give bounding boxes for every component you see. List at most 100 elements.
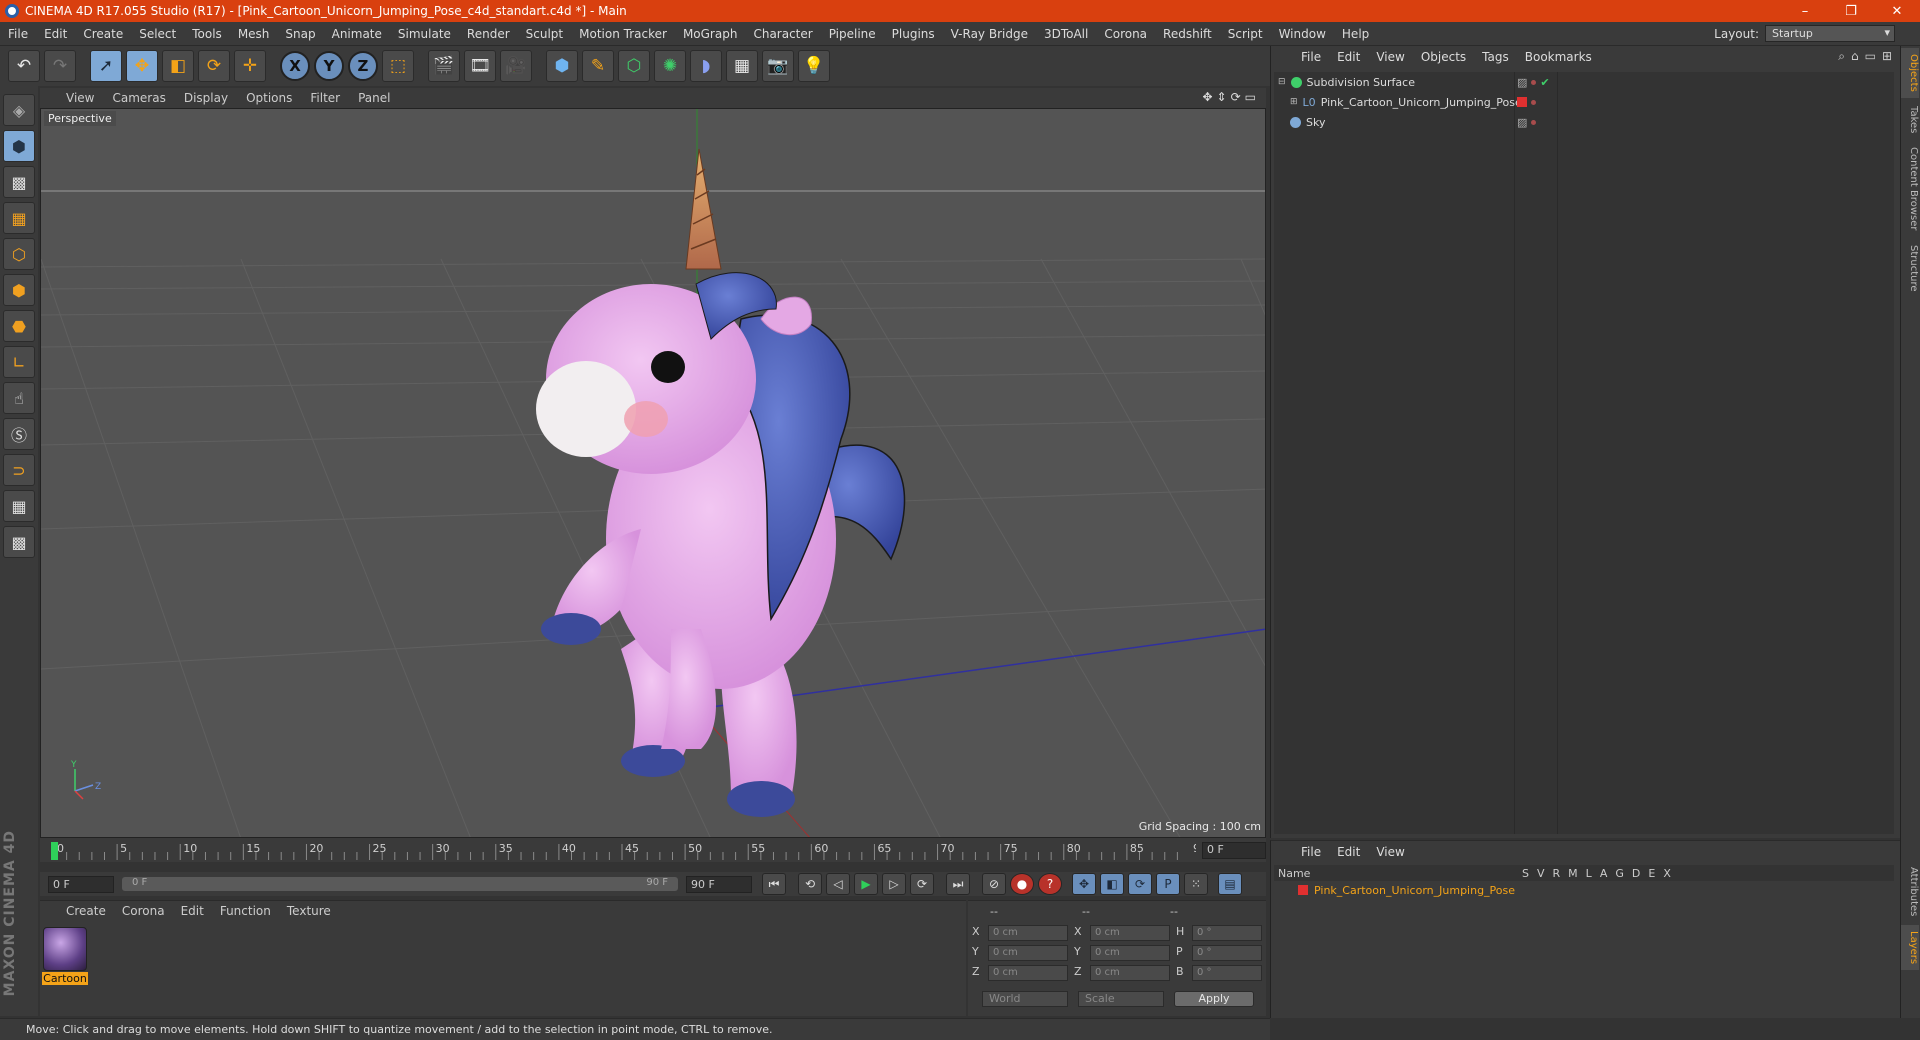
pos-y-field[interactable]: 0 cm <box>988 945 1068 961</box>
start-frame-field[interactable]: 0 F <box>48 875 114 893</box>
frame-ruler[interactable]: 0 5 10 15 20 25 30 35 40 45 50 55 60 65 70 75 80 85 90 <box>48 840 1196 862</box>
search-icon[interactable]: ⌕ <box>1838 49 1845 64</box>
pos-x-field[interactable]: 0 cm <box>988 925 1068 941</box>
menu-redshift[interactable]: Redshift <box>1155 27 1220 41</box>
record-keys-icon[interactable]: ⊘ <box>982 873 1006 895</box>
array-mograph-icon[interactable]: ✺ <box>654 50 686 82</box>
coordinate-mode-select[interactable]: Scale <box>1078 991 1164 1007</box>
objects-menu-tags[interactable]: Tags <box>1482 50 1509 64</box>
layer-row[interactable]: Pink_Cartoon_Unicorn_Jumping_Pose <box>1274 882 1894 898</box>
undo-icon[interactable]: ↶ <box>8 50 40 82</box>
menu-select[interactable]: Select <box>131 27 184 41</box>
end-frame-field[interactable]: 90 F <box>686 875 752 893</box>
points-mode-icon[interactable]: ⬡ <box>3 238 35 270</box>
layout-select[interactable]: Startup <box>1765 25 1895 42</box>
tab-layers[interactable]: Layers <box>1901 924 1919 970</box>
transform-tool-icon[interactable]: ✛ <box>234 50 266 82</box>
material-menu-edit[interactable]: Edit <box>181 904 204 918</box>
spline-pen-icon[interactable]: ✎ <box>582 50 614 82</box>
deformer-icon[interactable]: ◗ <box>690 50 722 82</box>
close-icon[interactable]: ✕ <box>1874 0 1920 22</box>
col-solo[interactable]: S <box>1522 867 1529 880</box>
play-forward-icon[interactable]: ▶ <box>854 873 878 895</box>
menu-create[interactable]: Create <box>75 27 131 41</box>
render-settings-icon[interactable]: 🎥 <box>500 50 532 82</box>
render-view-icon[interactable]: 🎬 <box>428 50 460 82</box>
object-row-sky[interactable]: Sky ▨ <box>1274 112 1894 132</box>
menu-pipeline[interactable]: Pipeline <box>821 27 884 41</box>
coordinate-system-icon[interactable]: ⬚ <box>382 50 414 82</box>
make-editable-icon[interactable]: ◈ <box>3 94 35 126</box>
workplane-mode-icon[interactable]: ▦ <box>3 202 35 234</box>
object-row-unicorn[interactable]: ⊞ L0 Pink_Cartoon_Unicorn_Jumping_Pose <box>1274 92 1894 112</box>
menu-vray-bridge[interactable]: V-Ray Bridge <box>943 27 1036 41</box>
minimize-panel-icon[interactable]: ▭ <box>1865 49 1876 64</box>
model-mode-icon[interactable]: ⬢ <box>3 130 35 162</box>
menu-mesh[interactable]: Mesh <box>230 27 278 41</box>
key-position-icon[interactable]: ✥ <box>1072 873 1096 895</box>
menu-script[interactable]: Script <box>1220 27 1271 41</box>
menu-file[interactable]: File <box>0 27 36 41</box>
menu-corona[interactable]: Corona <box>1096 27 1155 41</box>
menu-simulate[interactable]: Simulate <box>390 27 459 41</box>
objects-menu-file[interactable]: File <box>1301 50 1321 64</box>
keyframe-selection-icon[interactable]: ? <box>1038 873 1062 895</box>
key-point-level-icon[interactable]: ⁙ <box>1184 873 1208 895</box>
edges-mode-icon[interactable]: ⬢ <box>3 274 35 306</box>
x-axis-lock-icon[interactable]: X <box>280 51 310 81</box>
col-xref[interactable]: X <box>1663 867 1671 880</box>
objects-menu-bookmarks[interactable]: Bookmarks <box>1525 50 1592 64</box>
menu-motion-tracker[interactable]: Motion Tracker <box>571 27 675 41</box>
auto-keying-icon[interactable]: ● <box>1010 873 1034 895</box>
objects-menu-edit[interactable]: Edit <box>1337 50 1360 64</box>
expand-panel-icon[interactable]: ⊞ <box>1882 49 1892 64</box>
key-rotation-icon[interactable]: ⟳ <box>1128 873 1152 895</box>
menu-help[interactable]: Help <box>1334 27 1377 41</box>
menu-snap[interactable]: Snap <box>277 27 323 41</box>
expand-toggle-icon[interactable]: ⊞ <box>1290 97 1298 107</box>
menu-plugins[interactable]: Plugins <box>884 27 943 41</box>
workplane-lock-icon[interactable]: ▦ <box>3 490 35 522</box>
next-frame-icon[interactable]: ▷ <box>882 873 906 895</box>
tweak-mode-icon[interactable]: ☝ <box>3 382 35 414</box>
menu-tools[interactable]: Tools <box>184 27 230 41</box>
home-icon[interactable]: ⌂ <box>1851 49 1859 64</box>
menu-window[interactable]: Window <box>1271 27 1334 41</box>
col-expressions[interactable]: E <box>1648 867 1655 880</box>
coordinate-space-select[interactable]: World <box>982 991 1068 1007</box>
preview-range-slider[interactable]: 0 F 90 F <box>122 877 678 891</box>
subdivision-surface-icon[interactable]: ⬡ <box>618 50 650 82</box>
col-manager[interactable]: M <box>1568 867 1578 880</box>
enabled-check-icon[interactable]: ✔ <box>1540 76 1549 89</box>
tab-objects[interactable]: Objects <box>1901 48 1919 98</box>
menu-3dtoall[interactable]: 3DToAll <box>1036 27 1096 41</box>
layer-color-icon[interactable] <box>1517 97 1527 107</box>
key-parameter-icon[interactable]: P <box>1156 873 1180 895</box>
viewport-menu-filter[interactable]: Filter <box>310 91 340 105</box>
z-axis-lock-icon[interactable]: Z <box>348 51 378 81</box>
key-scale-icon[interactable]: ◧ <box>1100 873 1124 895</box>
next-key-icon[interactable]: ⟳ <box>910 873 934 895</box>
viewport-menu-options[interactable]: Options <box>246 91 292 105</box>
material-name[interactable]: Cartoon <box>42 972 88 985</box>
col-view[interactable]: V <box>1537 867 1545 880</box>
rot-h-field[interactable]: 0 ° <box>1192 925 1262 941</box>
viewport-menu-panel[interactable]: Panel <box>358 91 390 105</box>
col-deformers[interactable]: D <box>1632 867 1640 880</box>
layers-menu-file[interactable]: File <box>1301 845 1321 859</box>
viewport-menu-cameras[interactable]: Cameras <box>112 91 165 105</box>
material-thumbnail[interactable] <box>43 927 87 971</box>
size-y-field[interactable]: 0 cm <box>1090 945 1170 961</box>
menu-mograph[interactable]: MoGraph <box>675 27 746 41</box>
rotate-tool-icon[interactable]: ⟳ <box>198 50 230 82</box>
menu-render[interactable]: Render <box>459 27 518 41</box>
col-animation[interactable]: A <box>1600 867 1608 880</box>
live-selection-icon[interactable]: ➚ <box>90 50 122 82</box>
col-render[interactable]: R <box>1553 867 1561 880</box>
tab-attributes[interactable]: Attributes <box>1901 861 1919 922</box>
go-to-start-icon[interactable]: ⏮ <box>762 873 786 895</box>
menu-edit[interactable]: Edit <box>36 27 75 41</box>
magnet-icon[interactable]: ⊃ <box>3 454 35 486</box>
layer-icon[interactable]: ▨ <box>1517 76 1527 89</box>
redo-icon[interactable]: ↷ <box>44 50 76 82</box>
